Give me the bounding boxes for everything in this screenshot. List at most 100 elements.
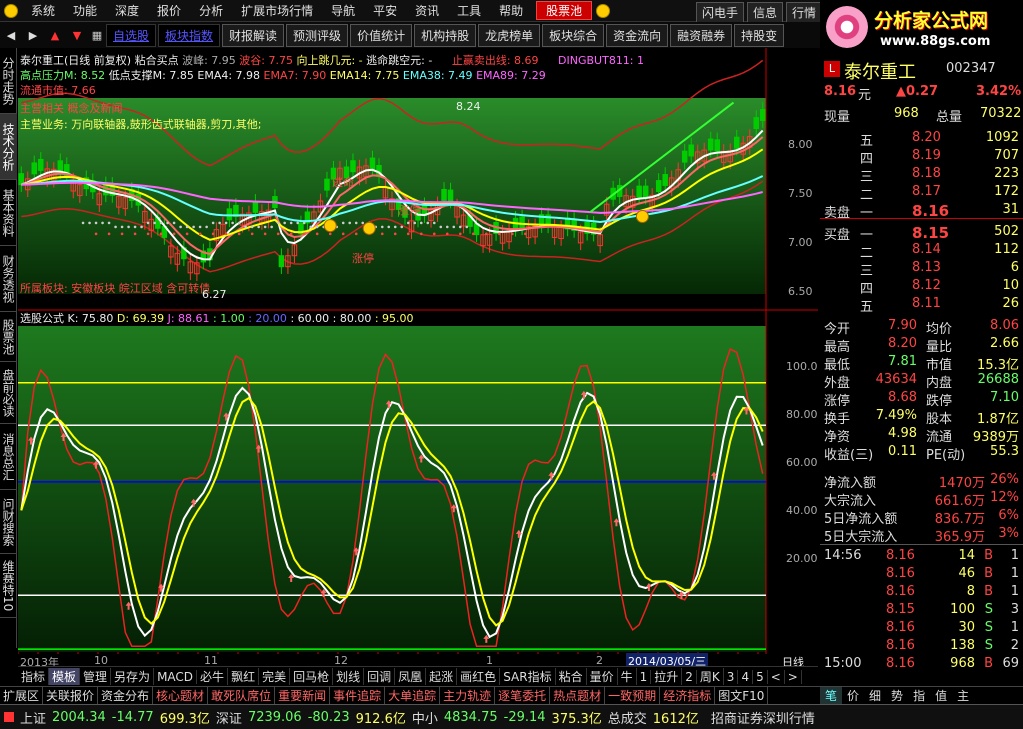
indicator-tab[interactable]: >: [785, 669, 802, 684]
bid-row[interactable]: 三 8.13 6: [820, 260, 1023, 279]
indicator-tab[interactable]: 画红色: [457, 668, 501, 685]
indicator-tab[interactable]: 凤凰: [395, 668, 427, 685]
indicator-tab[interactable]: <: [768, 669, 785, 684]
vtab-intraday[interactable]: 分时走势: [0, 48, 17, 114]
tab-watchlist[interactable]: 自选股: [106, 23, 157, 47]
indicator-tab[interactable]: 另存为: [111, 668, 155, 685]
quote-tab[interactable]: 细: [864, 687, 886, 704]
indicator-tab[interactable]: SAR指标: [500, 668, 556, 685]
vtab-search[interactable]: 问财搜索: [0, 490, 17, 554]
extension-tab[interactable]: 核心题材: [153, 687, 209, 704]
extension-tab[interactable]: 扩展区: [0, 687, 44, 704]
nav-left-icon[interactable]: ◀: [0, 29, 22, 42]
extension-tab[interactable]: 大单追踪: [385, 687, 441, 704]
indicator-tab[interactable]: 1: [637, 669, 652, 684]
vtab-stock-pool[interactable]: 股票池: [0, 312, 17, 362]
ask-row[interactable]: 三 8.18 223: [820, 166, 1023, 185]
menu-stock-pool[interactable]: 股票池: [536, 1, 593, 20]
indicator-tab[interactable]: 3: [724, 669, 739, 684]
extension-tab[interactable]: 敢死队席位: [208, 687, 276, 704]
extension-tab[interactable]: 逐笔委托: [495, 687, 551, 704]
quote-tab[interactable]: 主: [952, 687, 974, 704]
extension-tab[interactable]: 事件追踪: [330, 687, 386, 704]
vtab-basic-info[interactable]: 基本资料: [0, 180, 17, 246]
grid-icon[interactable]: ▦: [88, 29, 106, 42]
indicator-tab[interactable]: 牛: [618, 668, 637, 685]
indicator-tab[interactable]: MACD: [154, 669, 198, 684]
market-button[interactable]: 行情: [786, 2, 823, 23]
indicator-tab[interactable]: 指标: [18, 668, 50, 685]
ask-row[interactable]: 二 8.17 172: [820, 184, 1023, 203]
indicator-tab[interactable]: 5: [753, 669, 768, 684]
menu-system[interactable]: 系统: [22, 2, 64, 19]
indicator-tab[interactable]: 拉升: [651, 668, 683, 685]
vtab-news[interactable]: 消息总汇: [0, 424, 17, 490]
quote-tab[interactable]: 势: [886, 687, 908, 704]
tab-dragon-tiger[interactable]: 龙虎榜单: [478, 23, 541, 47]
menu-help[interactable]: 帮助: [490, 2, 532, 19]
indicator-tab[interactable]: 量价: [587, 668, 618, 685]
quote-tab[interactable]: 指: [908, 687, 930, 704]
menu-function[interactable]: 功能: [64, 2, 106, 19]
tab-forecast-rating[interactable]: 预测评级: [286, 23, 349, 47]
chart-area[interactable]: 泰尔重工(日线 前复权) 粘合买点 波峰: 7.95 波谷: 7.75 向上跳几…: [17, 48, 818, 669]
extension-tab[interactable]: 图文F10: [715, 687, 769, 704]
menu-depth[interactable]: 深度: [106, 2, 148, 19]
indicator-tab[interactable]: 回马枪: [290, 668, 334, 685]
extension-tab[interactable]: 资金分布: [98, 687, 154, 704]
ask-row[interactable]: 五 8.20 1092: [820, 130, 1023, 149]
bid-row[interactable]: 买盘一 8.15 502: [820, 224, 1023, 243]
extension-tab[interactable]: 经济指标: [660, 687, 716, 704]
triangle-up-icon[interactable]: ▲: [44, 29, 66, 42]
indicator-tab[interactable]: 管理: [80, 668, 112, 685]
indicator-tab[interactable]: 模板: [49, 668, 81, 685]
indicator-tab[interactable]: 划线: [333, 668, 365, 685]
tab-holdings-change[interactable]: 持股变: [734, 23, 785, 47]
indicator-tab[interactable]: 起涨: [426, 668, 458, 685]
menu-analysis[interactable]: 分析: [190, 2, 232, 19]
tab-fund-flow[interactable]: 资金流向: [606, 23, 669, 47]
bid-row[interactable]: 五 8.11 26: [820, 296, 1023, 315]
bid-row[interactable]: 二 8.14 112: [820, 242, 1023, 261]
quote-tab[interactable]: 笔: [820, 687, 843, 704]
quote-tab[interactable]: 值: [930, 687, 952, 704]
tab-margin[interactable]: 融资融券: [670, 23, 733, 47]
indicator-tab[interactable]: 2: [682, 669, 697, 684]
nav-right-icon[interactable]: ▶: [22, 29, 44, 42]
indicator-tab[interactable]: 4: [738, 669, 754, 684]
tab-sector-index[interactable]: 板块指数: [158, 23, 221, 47]
menu-news[interactable]: 资讯: [406, 2, 448, 19]
vtab-financial[interactable]: 财务透视: [0, 246, 17, 312]
chart-svg[interactable]: [17, 48, 818, 668]
tab-financial-report[interactable]: 财报解读: [222, 23, 285, 47]
indicator-tab[interactable]: 粘合: [556, 668, 587, 685]
vtab-premarket[interactable]: 盘前必读: [0, 362, 17, 424]
menu-tools[interactable]: 工具: [448, 2, 490, 19]
tab-institution-holdings[interactable]: 机构持股: [414, 23, 477, 47]
tab-value-stats[interactable]: 价值统计: [350, 23, 413, 47]
extension-tab[interactable]: 热点题材: [550, 687, 606, 704]
vtab-technical[interactable]: 技术分析: [0, 114, 17, 180]
bid-row[interactable]: 四 8.12 10: [820, 278, 1023, 297]
ask-row[interactable]: 四 8.19 707: [820, 148, 1023, 167]
extension-tab[interactable]: 关联报价: [43, 687, 99, 704]
extension-tab[interactable]: 重要新闻: [275, 687, 331, 704]
indicator-tab[interactable]: 飘红: [228, 668, 260, 685]
menu-pingan[interactable]: 平安: [364, 2, 406, 19]
indicator-tab[interactable]: 必牛: [197, 668, 229, 685]
vtab-vist[interactable]: 维赛特10: [0, 554, 17, 618]
flash-trade-button[interactable]: 闪电手: [696, 2, 745, 23]
info-button[interactable]: 信息: [747, 2, 784, 23]
extension-tab[interactable]: 一致预期: [605, 687, 661, 704]
menu-quote[interactable]: 报价: [148, 2, 190, 19]
extension-tab[interactable]: 主力轨迹: [440, 687, 496, 704]
quote-tab[interactable]: 价: [842, 687, 864, 704]
triangle-down-icon[interactable]: ▼: [66, 29, 88, 42]
stock-pool-icon[interactable]: [596, 3, 611, 18]
indicator-tab[interactable]: 回调: [364, 668, 396, 685]
tab-sector-summary[interactable]: 板块综合: [542, 23, 605, 47]
indicator-tab[interactable]: 周K: [697, 668, 724, 685]
menu-extended-market[interactable]: 扩展市场行情: [232, 2, 322, 19]
menu-navigate[interactable]: 导航: [322, 2, 364, 19]
indicator-tab[interactable]: 完美: [259, 668, 291, 685]
